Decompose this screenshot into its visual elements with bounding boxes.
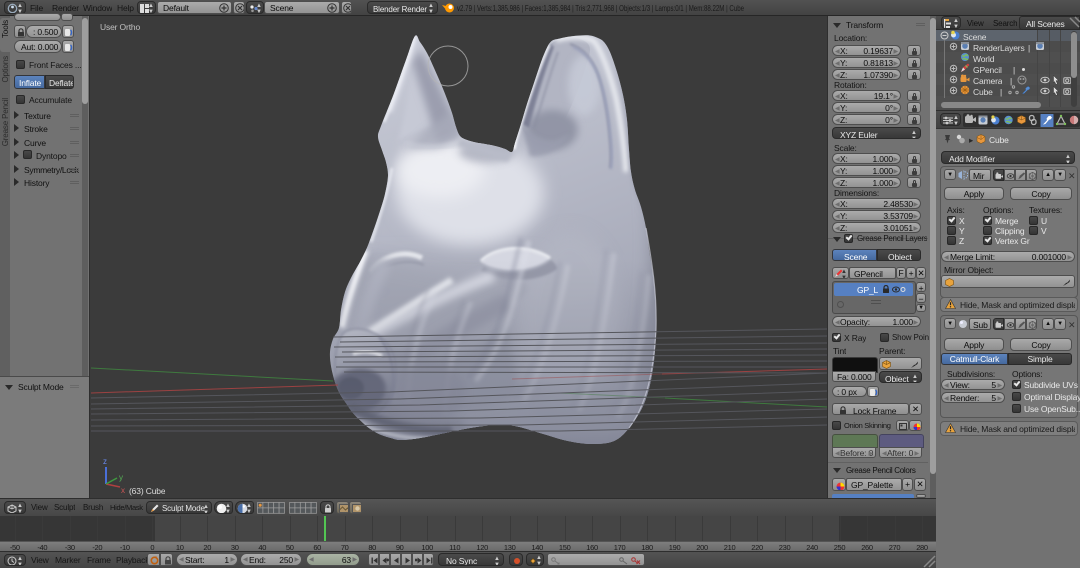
svg-text:x: x: [121, 486, 125, 495]
svg-text:z: z: [103, 457, 107, 466]
svg-text:y: y: [119, 473, 123, 482]
